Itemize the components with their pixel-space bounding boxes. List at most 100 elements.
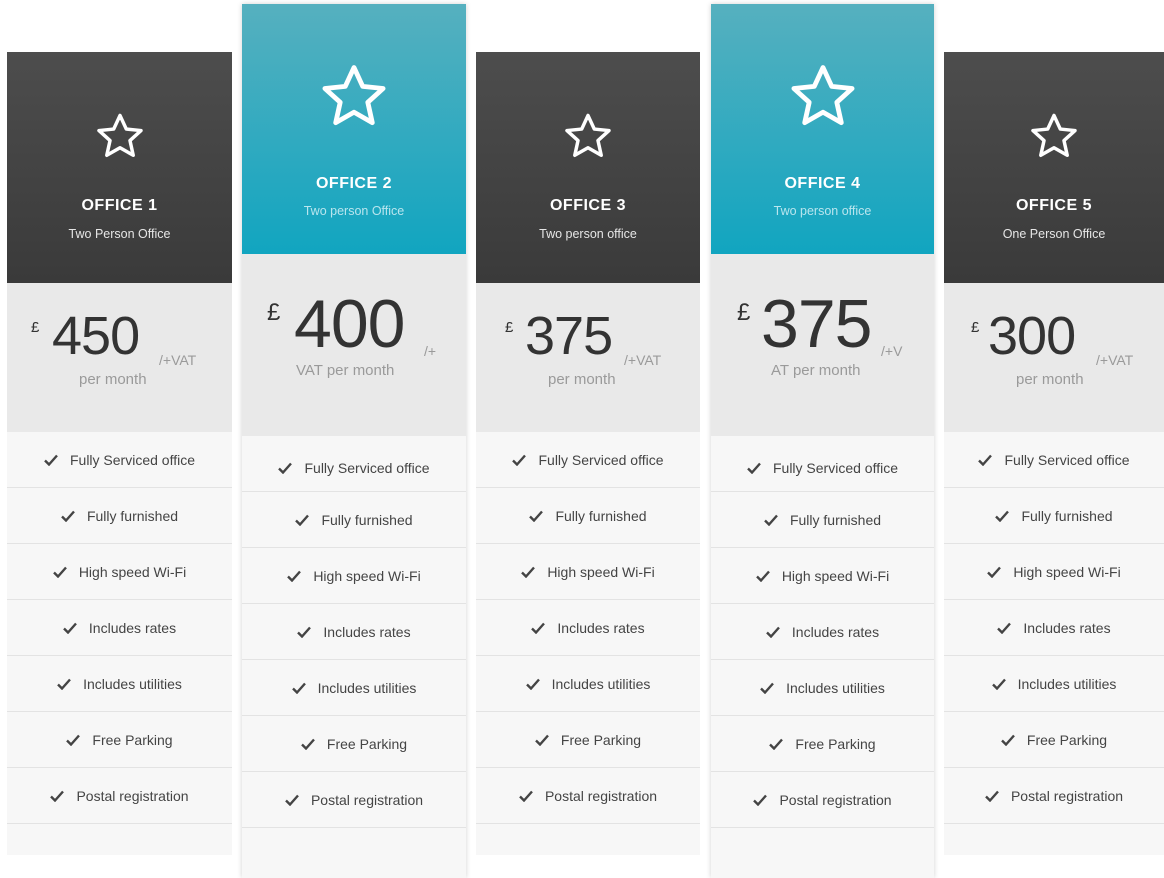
- feature-item: Includes utilities: [242, 660, 466, 716]
- vat-note: /+VAT: [1096, 352, 1134, 368]
- feature-label: Fully furnished: [789, 511, 882, 528]
- feature-label: Includes utilities: [317, 679, 417, 696]
- feature-item: Free Parking: [476, 712, 700, 768]
- plan-name: OFFICE 2: [315, 175, 392, 192]
- feature-item: Includes utilities: [711, 660, 934, 716]
- check-icon: [531, 622, 546, 634]
- plan-subtitle: One Person Office: [1002, 227, 1106, 241]
- feature-label: Postal registration: [544, 787, 658, 804]
- feature-item: Fully furnished: [7, 488, 232, 544]
- billing-period: AT per month: [771, 362, 861, 379]
- feature-list: Fully Serviced office Fully furnished Hi…: [711, 436, 934, 878]
- check-icon: [44, 454, 58, 466]
- feature-item: Includes rates: [242, 604, 466, 660]
- feature-item: High speed Wi-Fi: [242, 548, 466, 604]
- star-outline-icon: [1031, 113, 1077, 158]
- feature-item: Fully Serviced office: [242, 445, 466, 492]
- feature-item: Includes rates: [944, 600, 1164, 656]
- feature-label: Fully furnished: [86, 507, 179, 524]
- check-icon: [529, 510, 544, 522]
- feature-label: Postal registration: [779, 791, 892, 808]
- feature-label: Fully furnished: [555, 507, 647, 524]
- feature-item: Includes rates: [7, 600, 232, 656]
- feature-label: Free Parking: [795, 735, 876, 752]
- feature-label: Includes rates: [1023, 619, 1111, 636]
- feature-list: Fully Serviced office Fully furnished Hi…: [476, 432, 700, 855]
- check-icon: [755, 570, 770, 582]
- star-outline-icon: [322, 65, 386, 126]
- feature-list: Fully Serviced office Fully furnished Hi…: [242, 436, 466, 878]
- feature-label: High speed Wi-Fi: [1013, 563, 1121, 580]
- feature-item: Postal registration: [476, 768, 700, 824]
- feature-item: High speed Wi-Fi: [7, 544, 232, 600]
- feature-label: Postal registration: [76, 787, 189, 804]
- feature-item: Fully Serviced office: [476, 432, 700, 488]
- check-icon: [753, 794, 768, 806]
- check-icon: [997, 622, 1012, 634]
- price-block: £ 375 /+VAT per month: [476, 283, 700, 432]
- billing-period: VAT per month: [296, 362, 395, 379]
- feature-item: High speed Wi-Fi: [944, 544, 1164, 600]
- price-block: £ 400 /+ VAT per month: [242, 254, 466, 436]
- pricing-column-office-4: OFFICE 4 Two person office £ 375 /+V AT …: [711, 4, 934, 878]
- plan-name: OFFICE 1: [81, 197, 158, 214]
- check-icon: [535, 734, 549, 746]
- feature-label: Free Parking: [92, 731, 173, 748]
- feature-label: Fully furnished: [1021, 507, 1113, 524]
- check-icon: [978, 454, 993, 466]
- currency-symbol: £: [971, 319, 980, 336]
- plan-header: OFFICE 2 Two person Office: [242, 4, 466, 254]
- feature-item: Fully Serviced office: [7, 432, 232, 488]
- feature-label: Includes rates: [88, 619, 177, 636]
- feature-label: Includes utilities: [83, 675, 182, 692]
- feature-item: Fully furnished: [944, 488, 1164, 544]
- star-outline-icon: [791, 65, 854, 126]
- check-icon: [278, 462, 293, 474]
- feature-label: High speed Wi-Fi: [313, 567, 421, 584]
- price-block: £ 300 /+VAT per month: [944, 283, 1164, 432]
- vat-note: /+V: [881, 343, 903, 359]
- check-icon: [987, 566, 1002, 578]
- check-icon: [297, 626, 312, 638]
- feature-item: Fully Serviced office: [944, 432, 1164, 488]
- feature-item: Postal registration: [711, 772, 934, 828]
- pricing-column-office-1: OFFICE 1 Two Person Office £ 450 /+VAT p…: [7, 52, 232, 855]
- feature-label: Includes rates: [557, 619, 645, 636]
- vat-note: /+VAT: [624, 352, 662, 368]
- star-outline-icon: [96, 113, 143, 158]
- feature-item: Includes rates: [711, 604, 934, 660]
- vat-note: /+VAT: [159, 352, 197, 368]
- check-icon: [52, 566, 67, 578]
- price-amount: 375: [525, 306, 613, 366]
- feature-label: Includes rates: [323, 623, 411, 640]
- plan-subtitle: Two Person Office: [68, 227, 171, 241]
- feature-label: Includes utilities: [786, 679, 885, 696]
- feature-label: Includes rates: [791, 623, 880, 640]
- plan-name: OFFICE 3: [549, 197, 626, 214]
- feature-label: High speed Wi-Fi: [78, 563, 187, 580]
- feature-label: High speed Wi-Fi: [547, 563, 655, 580]
- feature-item: Fully furnished: [476, 488, 700, 544]
- feature-label: Free Parking: [560, 731, 642, 748]
- currency-symbol: £: [267, 299, 281, 326]
- feature-label: Postal registration: [310, 791, 424, 808]
- feature-item: Free Parking: [7, 712, 232, 768]
- feature-item: Fully furnished: [242, 492, 466, 548]
- check-icon: [57, 678, 71, 690]
- check-icon: [287, 570, 302, 582]
- check-icon: [295, 514, 310, 526]
- feature-item: Free Parking: [711, 716, 934, 772]
- check-icon: [747, 462, 761, 474]
- billing-period: per month: [79, 371, 147, 388]
- feature-label: Fully Serviced office: [772, 460, 898, 476]
- feature-item: Fully Serviced office: [711, 445, 934, 492]
- price-amount: 375: [761, 286, 872, 362]
- feature-item: Free Parking: [242, 716, 466, 772]
- plan-name: OFFICE 4: [784, 175, 861, 192]
- check-icon: [285, 794, 299, 806]
- check-icon: [521, 566, 536, 578]
- check-icon: [66, 734, 81, 746]
- check-icon: [301, 738, 315, 750]
- check-icon: [519, 790, 533, 802]
- check-icon: [991, 678, 1006, 690]
